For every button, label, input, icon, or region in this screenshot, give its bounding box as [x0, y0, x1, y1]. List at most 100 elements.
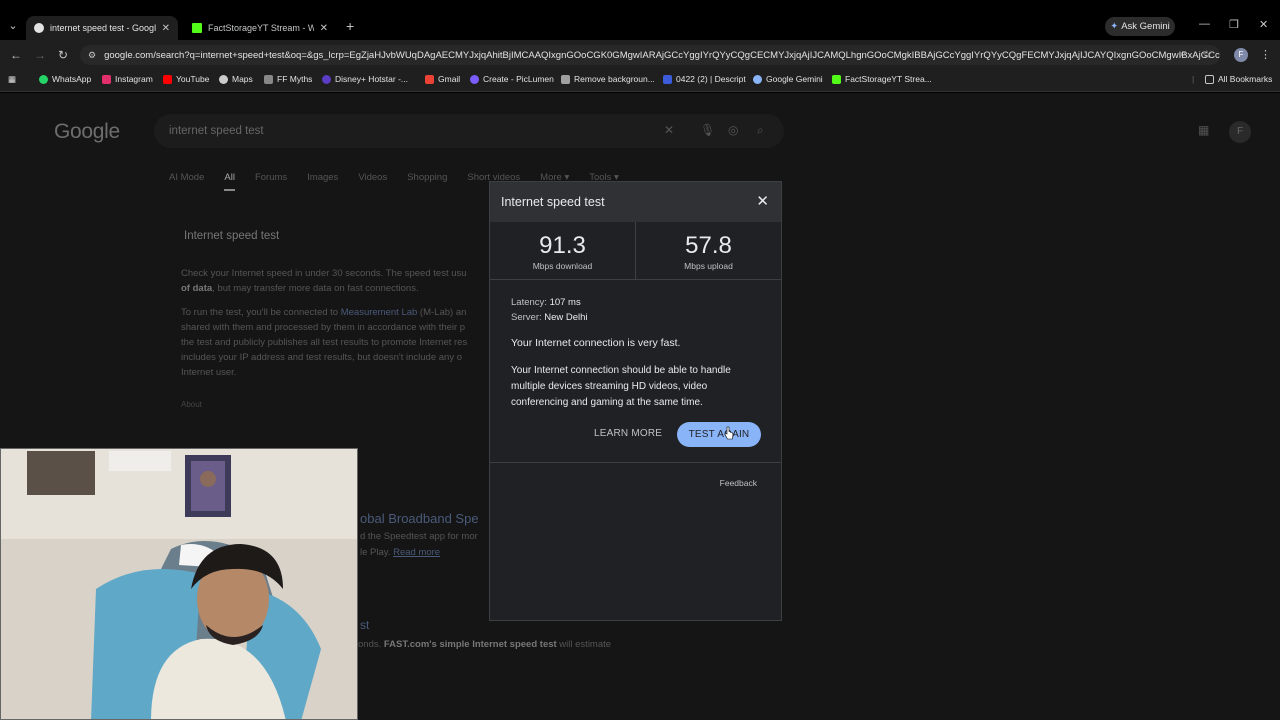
account-avatar[interactable]: F: [1229, 121, 1251, 143]
test-again-button[interactable]: TEST AGAIN: [677, 422, 761, 447]
hotstar-icon: [322, 74, 331, 84]
speed-description: Your Internet connection should be able …: [511, 365, 731, 408]
instagram-icon: [102, 74, 111, 84]
kick-icon: [832, 74, 841, 84]
gemini-icon: [753, 74, 762, 84]
bookmark-remove-bg[interactable]: Remove backgroun...: [561, 74, 655, 84]
minimize-icon[interactable]: —: [1199, 18, 1210, 30]
server-line: Server: New Delhi: [511, 312, 588, 323]
close-icon[interactable]: ✕: [756, 192, 769, 210]
bookmark-label: FF Myths: [277, 74, 313, 84]
bookmarks-divider: |: [1192, 74, 1195, 84]
tab-search-button[interactable]: ⌄: [4, 17, 22, 35]
lens-icon[interactable]: ◎: [728, 123, 738, 137]
result-snippet-fast: onds. FAST.com's simple Internet speed t…: [358, 639, 611, 650]
download-value: 91.3: [539, 232, 586, 259]
hand-cursor-icon: [724, 426, 734, 440]
bookmark-hotstar[interactable]: Disney+ Hotstar -...: [322, 74, 408, 84]
back-icon[interactable]: ←: [10, 48, 22, 62]
all-bookmarks[interactable]: All Bookmarks: [1205, 74, 1272, 84]
mlab-link[interactable]: Measurement Lab: [341, 307, 418, 318]
address-bar[interactable]: ⚙ google.com/search?q=internet+speed+tes…: [80, 45, 1220, 65]
piclumen-icon: [470, 74, 479, 84]
upload-metric: 57.8 Mbps upload: [636, 222, 781, 280]
bookmark-gemini[interactable]: Google Gemini: [753, 74, 823, 84]
bookmark-youtube[interactable]: YouTube: [163, 74, 209, 84]
tab-forums[interactable]: Forums: [255, 172, 287, 191]
result-title-broadband[interactable]: obal Broadband Spe: [360, 511, 479, 526]
para-text: the test and publicly publishes all test…: [181, 337, 468, 348]
descript-icon: [663, 74, 672, 84]
close-tab-icon[interactable]: ✕: [320, 23, 328, 34]
mic-icon[interactable]: 🎙: [700, 123, 715, 137]
result-title-fast[interactable]: st: [360, 618, 369, 632]
tab-factstorage[interactable]: FactStorageYT Stream - Watch ✕: [184, 16, 336, 40]
para-text: Internet user.: [181, 367, 237, 378]
feedback-link[interactable]: Feedback: [720, 478, 757, 488]
para-text: includes your IP address and test result…: [181, 352, 463, 363]
bookmark-maps[interactable]: Maps: [219, 74, 253, 84]
clear-icon[interactable]: ✕: [664, 123, 674, 137]
bookmark-label: Disney+ Hotstar -...: [335, 74, 408, 84]
learn-more-button[interactable]: LEARN MORE: [594, 428, 662, 439]
maps-icon: [219, 74, 228, 84]
bookmark-whatsapp[interactable]: WhatsApp: [39, 74, 91, 84]
close-tab-icon[interactable]: ✕: [162, 23, 170, 34]
read-more-link[interactable]: Read more: [393, 547, 440, 558]
bookmark-star-icon[interactable]: ☆: [1202, 48, 1212, 61]
bookmark-factstorage[interactable]: FactStorageYT Strea...: [832, 74, 932, 84]
bookmark-gmail[interactable]: Gmail: [425, 74, 460, 84]
para-bold: of data: [181, 283, 213, 294]
bookmark-label: Remove backgroun...: [574, 74, 655, 84]
site-info-icon[interactable]: ⚙: [88, 50, 96, 61]
bookmark-label: Google Gemini: [766, 74, 823, 84]
bookmark-descript[interactable]: 0422 (2) | Descript: [663, 74, 746, 84]
tab-images[interactable]: Images: [307, 172, 338, 191]
apps-grid-icon[interactable]: ▦: [8, 74, 16, 85]
youtube-icon: [163, 74, 172, 84]
forward-icon[interactable]: →: [34, 48, 46, 62]
card-paragraph-1: Check your Internet speed in under 30 se…: [181, 266, 501, 296]
zoom-icon[interactable]: ⌕: [1180, 48, 1186, 61]
snippet-bold: FAST.com's simple Internet speed test: [383, 639, 557, 650]
restore-icon[interactable]: ❐: [1229, 18, 1239, 31]
google-favicon-icon: [34, 23, 44, 33]
bookmark-piclumen[interactable]: Create - PicLumen: [470, 74, 554, 84]
ask-gemini-label: Ask Gemini: [1121, 21, 1170, 32]
speed-test-dialog: Internet speed test ✕ 91.3 Mbps download…: [489, 181, 782, 621]
bookmark-label: Gmail: [438, 74, 461, 84]
tab-ai-mode[interactable]: AI Mode: [169, 172, 204, 191]
ask-gemini-button[interactable]: ✦ Ask Gemini: [1105, 17, 1175, 36]
google-apps-icon[interactable]: ▦: [1198, 123, 1209, 137]
tab-strip: ⌄ internet speed test - Google Se ✕ Fact…: [0, 0, 1280, 40]
card-heading: Internet speed test: [184, 230, 280, 242]
tab-shopping[interactable]: Shopping: [407, 172, 447, 191]
about-link[interactable]: About: [181, 400, 202, 409]
card-paragraph-2: To run the test, you'll be connected to …: [181, 305, 501, 380]
tab-google-search[interactable]: internet speed test - Google Se ✕: [26, 16, 178, 40]
server-value: New Delhi: [544, 312, 588, 323]
new-tab-button[interactable]: +: [346, 18, 354, 34]
menu-dots-icon[interactable]: ⋮: [1260, 48, 1271, 61]
all-bookmarks-label: All Bookmarks: [1218, 74, 1273, 84]
latency-value: 107 ms: [549, 297, 581, 308]
para-text: (M-Lab) an: [417, 307, 467, 318]
snippet-text: le Play.: [360, 547, 394, 558]
bookmark-instagram[interactable]: Instagram: [102, 74, 153, 84]
speed-verdict: Your Internet connection is very fast.: [511, 337, 681, 349]
search-input[interactable]: internet speed test: [154, 114, 784, 148]
tab-videos[interactable]: Videos: [358, 172, 387, 191]
profile-avatar[interactable]: F: [1234, 48, 1248, 62]
bookmark-ff-myths[interactable]: FF Myths: [264, 74, 312, 84]
reload-icon[interactable]: ↻: [58, 48, 68, 62]
search-icon[interactable]: ⌕: [757, 123, 764, 138]
upload-value: 57.8: [685, 232, 732, 259]
google-logo[interactable]: Google: [54, 120, 120, 144]
tab-title: FactStorageYT Stream - Watch: [208, 23, 314, 33]
bookmark-label: FactStorageYT Strea...: [845, 74, 932, 84]
tab-all[interactable]: All: [224, 172, 235, 191]
bookmark-label: YouTube: [176, 74, 210, 84]
tab-title: internet speed test - Google Se: [50, 23, 156, 33]
snippet-text: onds.: [358, 639, 384, 650]
close-window-icon[interactable]: ✕: [1259, 18, 1268, 31]
